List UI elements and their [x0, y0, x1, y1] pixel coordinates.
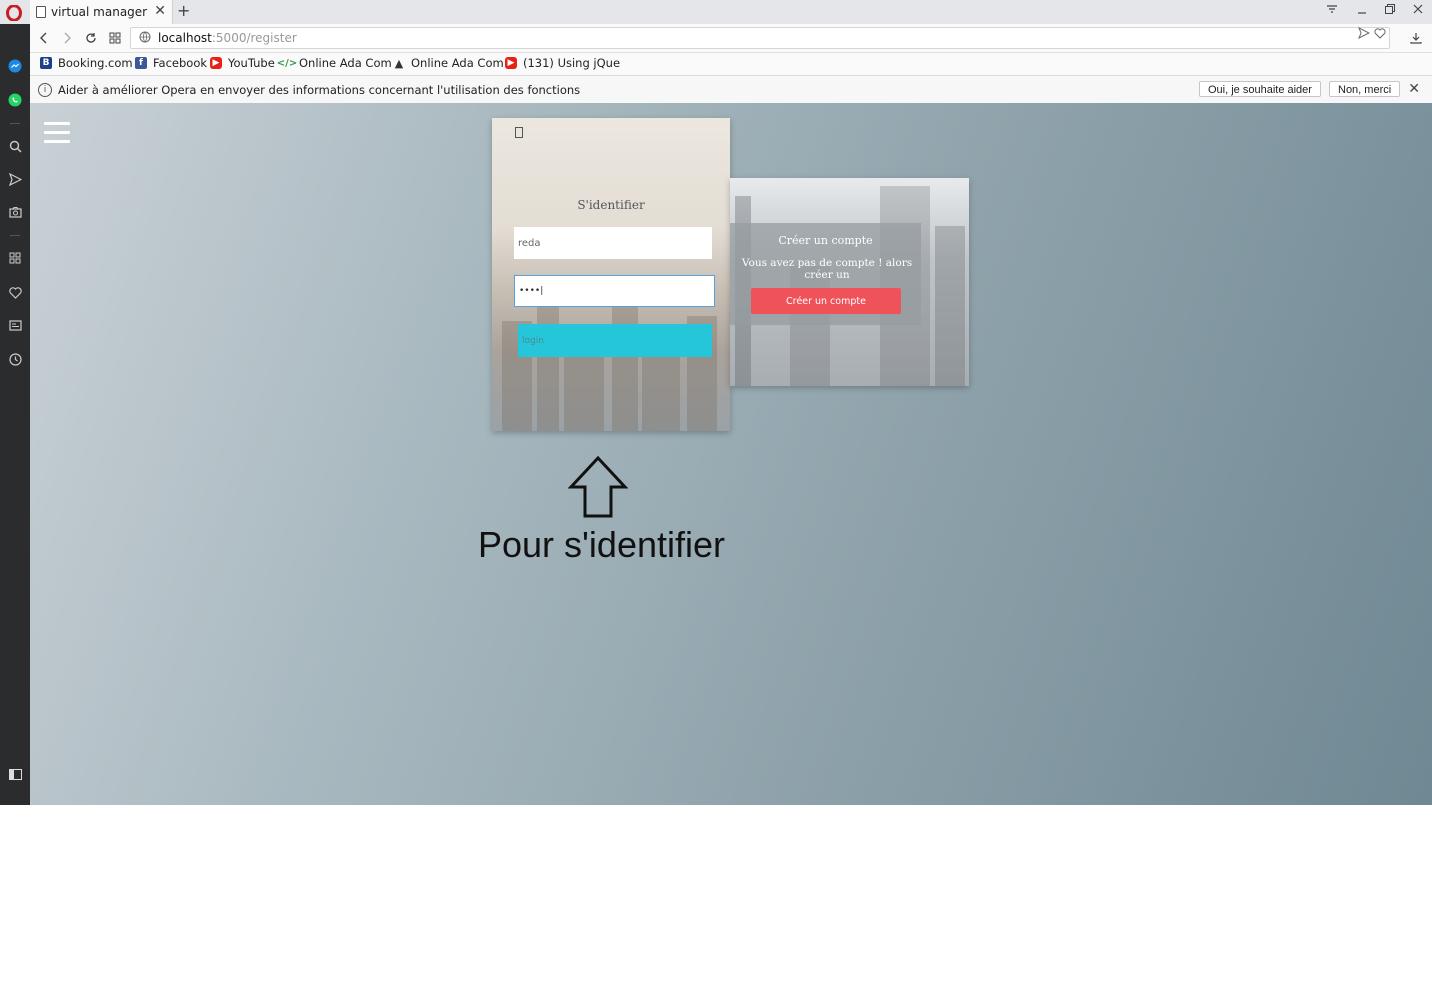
youtube-icon: ▶ — [210, 57, 222, 69]
bookmark-jquery-video[interactable]: ▶ (131) Using jQue — [505, 56, 620, 70]
new-tab-button[interactable]: + — [177, 1, 190, 20]
bookmark-facebook[interactable]: f Facebook — [135, 56, 207, 70]
close-icon[interactable]: ✕ — [1408, 81, 1420, 97]
create-account-button[interactable]: Créer un compte — [751, 288, 901, 314]
history-icon[interactable] — [7, 351, 23, 367]
bookmark-label: (131) Using jQue — [523, 56, 621, 70]
login-title: S'identifier — [577, 198, 645, 212]
restore-icon[interactable] — [1384, 3, 1396, 19]
reload-icon[interactable] — [83, 30, 99, 46]
heart-icon[interactable] — [7, 284, 23, 300]
tab-close-icon[interactable]: ✕ — [154, 3, 166, 19]
register-card: Créer un compte Vous avez pas de compte … — [730, 178, 969, 386]
register-text: Vous avez pas de compte ! alors créer un — [741, 257, 913, 281]
url-actions — [1358, 26, 1386, 42]
url-text: localhost:5000/register — [158, 31, 297, 45]
tab-title: virtual manager — [51, 5, 148, 19]
code-icon: </> — [276, 57, 298, 69]
info-icon: i — [38, 83, 52, 97]
bookmark-booking[interactable]: B Booking.com — [40, 56, 133, 70]
opera-logo-icon[interactable] — [4, 3, 24, 23]
facebook-icon: f — [135, 57, 147, 69]
password-input[interactable] — [514, 275, 715, 307]
send-icon[interactable] — [1358, 26, 1371, 42]
site-info-icon[interactable] — [139, 31, 151, 46]
url-field[interactable]: localhost:5000/register — [130, 27, 1390, 49]
decline-button[interactable]: Non, merci — [1329, 81, 1401, 97]
sidebar-divider — [10, 123, 20, 124]
login-button[interactable]: login — [518, 324, 712, 357]
speed-dial-icon[interactable] — [7, 250, 23, 266]
search-icon[interactable] — [7, 138, 23, 154]
info-message: Aider à améliorer Opera en envoyer des i… — [58, 83, 581, 97]
news-icon[interactable] — [7, 317, 23, 333]
sidebar-divider — [10, 235, 20, 236]
info-bar: i Aider à améliorer Opera en envoyer des… — [30, 76, 1432, 104]
tab-menu-icon[interactable] — [1326, 3, 1338, 19]
close-window-icon[interactable] — [1412, 3, 1424, 19]
accept-help-button[interactable]: Oui, je souhaite aider — [1199, 81, 1321, 97]
register-title: Créer un compte — [778, 234, 873, 247]
sidebar-toggle-icon[interactable] — [7, 766, 23, 782]
bookmark-online-ada-2[interactable]: ▲ Online Ada Com — [393, 56, 504, 70]
page-viewport: S'identifier login Créer un compte Vous … — [30, 103, 1432, 805]
background-building — [612, 301, 638, 431]
bookmarks-bar: B Booking.com f Facebook ▶ YouTube </> O… — [30, 53, 1432, 76]
address-bar: localhost:5000/register — [30, 24, 1432, 53]
back-icon[interactable] — [36, 30, 52, 46]
forward-icon[interactable] — [59, 30, 75, 46]
document-icon — [36, 6, 46, 18]
ada-icon: ▲ — [394, 56, 404, 70]
bookmark-heart-icon[interactable] — [1374, 27, 1386, 42]
whatsapp-icon[interactable] — [7, 92, 23, 108]
annotation-text: Pour s'identifier — [478, 524, 725, 565]
browser-tab[interactable]: virtual manager ✕ — [30, 0, 173, 24]
bookmark-label: Facebook — [153, 56, 208, 70]
send-icon[interactable] — [7, 171, 23, 187]
bookmark-online-ada-1[interactable]: </> Online Ada Com — [276, 56, 392, 70]
opera-sidebar — [0, 24, 30, 805]
bookmark-label: Booking.com — [58, 56, 133, 70]
bookmark-label: YouTube — [228, 56, 275, 70]
download-icon[interactable] — [1408, 30, 1424, 46]
booking-icon: B — [40, 57, 52, 69]
minimize-icon[interactable] — [1356, 3, 1368, 19]
bookmark-label: Online Ada Com — [299, 56, 392, 70]
card-icon — [515, 127, 523, 138]
background-building — [642, 356, 680, 431]
messenger-icon[interactable] — [7, 58, 23, 74]
speed-dial-icon[interactable] — [107, 30, 123, 46]
bookmark-youtube[interactable]: ▶ YouTube — [210, 56, 275, 70]
username-input[interactable] — [514, 227, 712, 259]
up-arrow-icon — [568, 456, 628, 518]
camera-icon[interactable] — [7, 204, 23, 220]
tab-bar: virtual manager ✕ + — [0, 0, 1432, 24]
bookmark-label: Online Ada Com — [411, 56, 504, 70]
background-building — [935, 226, 965, 386]
menu-icon[interactable] — [44, 122, 70, 144]
youtube-icon: ▶ — [505, 57, 517, 69]
login-card: S'identifier login — [492, 118, 730, 431]
